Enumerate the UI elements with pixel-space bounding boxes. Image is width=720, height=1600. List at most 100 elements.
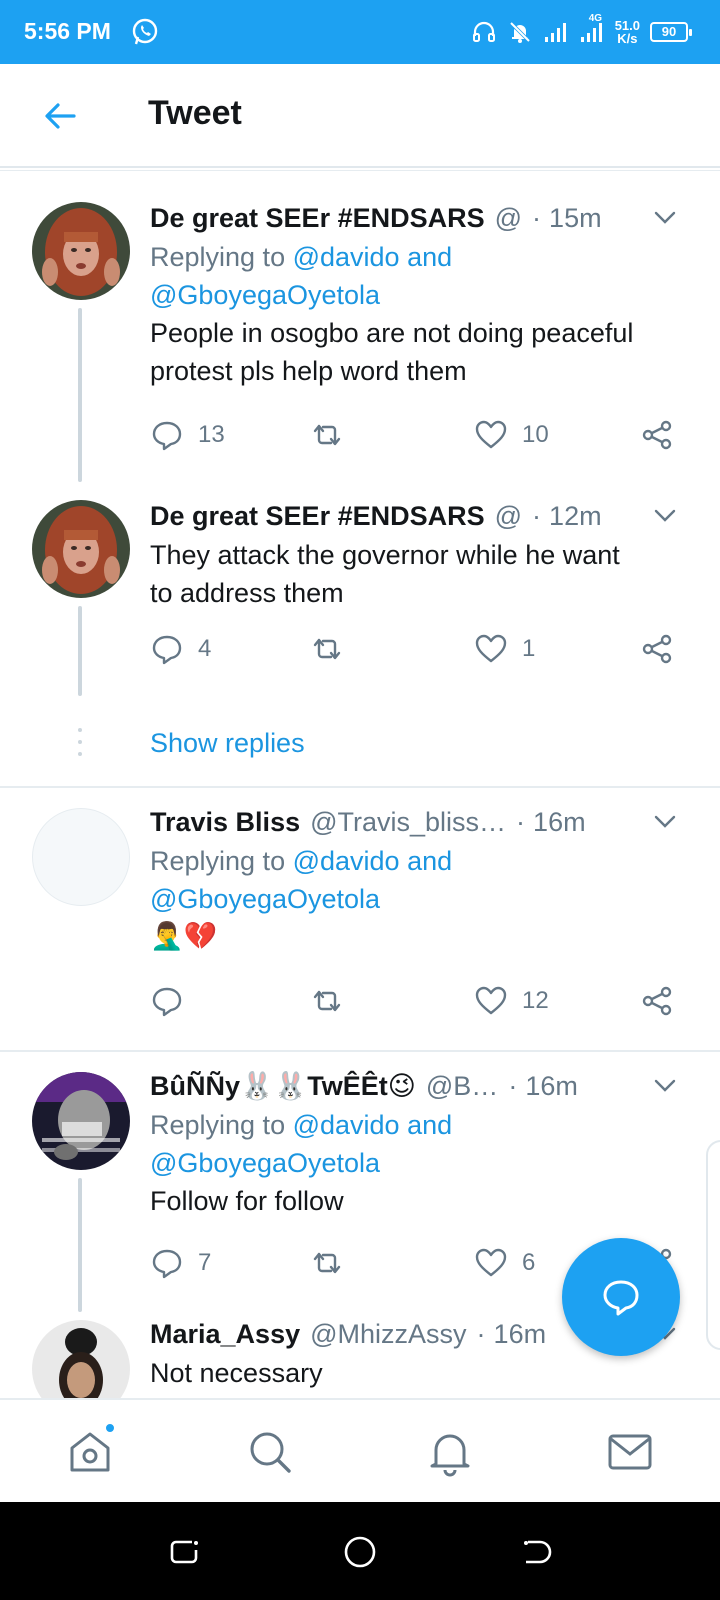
avatar[interactable]	[32, 500, 130, 598]
nav-home[interactable]	[64, 1422, 116, 1478]
reply-button[interactable]: 7	[150, 1246, 211, 1280]
show-replies-link[interactable]: Show replies	[150, 728, 305, 759]
tweet-author-name[interactable]: De great SEEr #ENDSARS	[150, 203, 485, 234]
replying-to: Replying to @davido and @GboyegaOyetola	[150, 1110, 453, 1178]
avatar[interactable]	[32, 808, 130, 906]
mention-link[interactable]: @GboyegaOyetola	[150, 1148, 380, 1178]
mention-link[interactable]: @davido and	[293, 1110, 453, 1140]
retweet-button[interactable]	[310, 1246, 358, 1280]
retweet-icon	[313, 638, 341, 660]
header-divider	[0, 170, 720, 184]
like-button[interactable]: 10	[474, 418, 549, 452]
tweet-feed[interactable]: De great SEEr #ENDSARS @ · 15m Replying …	[0, 184, 720, 1398]
reply-icon	[152, 421, 182, 451]
heart-icon	[475, 634, 507, 663]
tweet-item[interactable]: De great SEEr #ENDSARS @ · 12m They atta…	[0, 482, 720, 698]
nav-messages[interactable]	[604, 1426, 656, 1478]
dot-separator: ·	[508, 1070, 518, 1101]
tweet-author-name[interactable]: BûÑÑy🐰🐰TwÊÊt😉	[150, 1070, 416, 1102]
retweet-button[interactable]	[310, 632, 358, 666]
reply-button[interactable]	[150, 984, 198, 1018]
nav-notifications[interactable]	[424, 1426, 476, 1478]
reply-button[interactable]: 4	[150, 632, 211, 666]
tweet-timestamp: 12m	[549, 500, 602, 531]
mention-link[interactable]: @GboyegaOyetola	[150, 884, 380, 914]
mention-link[interactable]: @GboyegaOyetola	[150, 280, 380, 310]
chat-bubble-icon	[603, 1280, 639, 1316]
chevron-down-icon[interactable]	[650, 806, 680, 836]
retweet-icon	[313, 990, 341, 1012]
avatar[interactable]	[32, 1072, 130, 1170]
side-panel-peek[interactable]	[706, 1140, 720, 1350]
tweet-actions: 4 1	[150, 632, 686, 672]
reply-count: 4	[198, 635, 212, 662]
tweet-timestamp: 16m	[525, 1070, 578, 1101]
retweet-button[interactable]	[310, 984, 358, 1018]
reply-icon	[152, 635, 182, 665]
thread-line	[78, 1178, 82, 1312]
chevron-down-icon[interactable]	[650, 202, 680, 232]
heart-icon	[475, 420, 507, 449]
tweet-author-handle: @	[494, 500, 523, 531]
mention-link[interactable]: @davido and	[293, 846, 453, 876]
bell-icon	[430, 1434, 470, 1477]
share-button[interactable]	[640, 984, 674, 1018]
thread-gap-dots	[76, 728, 84, 764]
system-nav-bar	[0, 1502, 720, 1600]
avatar[interactable]	[32, 1320, 130, 1398]
dot-separator: ·	[476, 1318, 486, 1349]
tweet-actions: 13 10	[150, 418, 686, 458]
like-button[interactable]: 12	[474, 984, 549, 1018]
heart-icon	[475, 986, 507, 1015]
reply-count: 7	[198, 1249, 212, 1276]
headset-icon	[472, 21, 495, 42]
tweet-timestamp: 16m	[533, 806, 586, 837]
tweet-item[interactable]: De great SEEr #ENDSARS @ · 15m Replying …	[0, 184, 720, 482]
top-app-bar: Tweet	[0, 64, 720, 168]
whatsapp-icon	[132, 18, 158, 45]
notification-dot	[104, 1422, 116, 1434]
chevron-down-icon[interactable]	[650, 1070, 680, 1100]
like-button[interactable]: 6	[474, 1246, 535, 1280]
mute-icon	[509, 21, 530, 43]
like-count: 1	[522, 635, 536, 662]
dot-separator: ·	[532, 202, 542, 233]
mention-link[interactable]: @davido and	[293, 242, 453, 272]
status-icons: 4G 51.0 K/s 90	[471, 13, 692, 50]
signal-icon	[544, 23, 566, 42]
share-button[interactable]	[640, 632, 674, 666]
back-icon[interactable]	[518, 1534, 554, 1570]
retweet-icon	[313, 1252, 341, 1274]
tweet-author-name[interactable]: Maria_Assy	[150, 1319, 300, 1350]
tweet-author-name[interactable]: De great SEEr #ENDSARS	[150, 501, 485, 532]
tweet-author-name[interactable]: Travis Bliss	[150, 807, 300, 838]
tweet-author-handle: @Travis_bliss…	[310, 806, 507, 837]
home-circle-icon[interactable]	[342, 1534, 378, 1570]
reply-count: 13	[198, 421, 225, 448]
like-button[interactable]: 1	[474, 632, 535, 666]
share-icon	[642, 986, 672, 1016]
recent-apps-icon[interactable]	[166, 1534, 202, 1570]
tweet-text: People in osogbo are not doing peaceful p…	[150, 318, 634, 386]
reply-button[interactable]: 13	[150, 418, 225, 452]
replying-to: Replying to @davido and @GboyegaOyetola	[150, 242, 453, 310]
compose-reply-button[interactable]	[562, 1238, 680, 1356]
back-arrow-icon[interactable]	[40, 96, 80, 136]
reply-icon	[152, 1249, 182, 1279]
retweet-icon	[313, 424, 341, 446]
tweet-author-handle: @MhizzAssy	[310, 1318, 467, 1349]
chevron-down-icon[interactable]	[650, 500, 680, 530]
tweet-text: 🤦‍♂️💔	[150, 921, 218, 952]
share-icon	[642, 634, 672, 664]
tweet-item[interactable]: Travis Bliss @Travis_bliss… · 16m Replyi…	[0, 788, 720, 1048]
tweet-author-handle: @	[494, 202, 523, 233]
avatar[interactable]	[32, 202, 130, 300]
tweet-actions: 12	[150, 984, 686, 1024]
bottom-nav	[0, 1398, 720, 1502]
net-speed: 51.0 K/s	[614, 18, 640, 46]
retweet-button[interactable]	[310, 418, 358, 452]
like-count: 10	[522, 421, 549, 448]
heart-icon	[475, 1248, 507, 1277]
nav-search[interactable]	[244, 1426, 296, 1478]
share-button[interactable]	[640, 418, 674, 452]
